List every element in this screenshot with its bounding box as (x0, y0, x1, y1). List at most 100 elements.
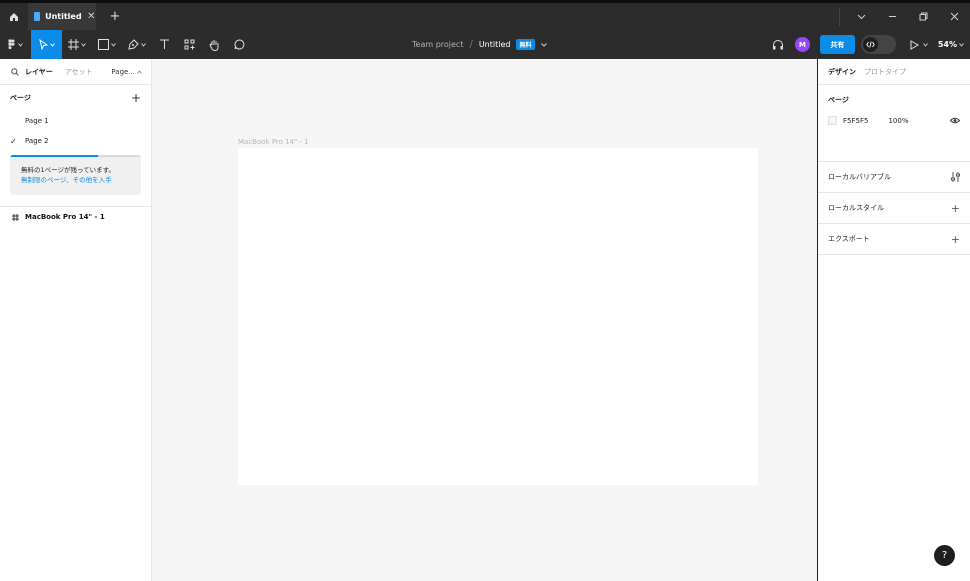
file-tab[interactable]: Untitled ✕ (28, 3, 96, 30)
page-item[interactable]: ✓ Page 2 (0, 131, 151, 151)
frame-label[interactable]: MacBook Pro 14" - 1 (238, 138, 309, 146)
add-page-button[interactable]: + (131, 91, 141, 105)
dev-mode-toggle[interactable] (860, 35, 896, 54)
restore-button[interactable] (908, 3, 939, 30)
chevron-down-icon (857, 14, 866, 19)
minimize-icon (889, 16, 896, 17)
file-name[interactable]: Untitled (479, 40, 511, 49)
avatar[interactable]: M (794, 37, 810, 52)
upgrade-link[interactable]: 無制限のページ、その他を入手 (21, 175, 141, 185)
chevron-down-icon (111, 42, 116, 47)
rectangle-icon (98, 39, 109, 50)
chevron-down-icon (141, 42, 146, 47)
page-limit-progress (10, 155, 98, 157)
pages-header: ページ + (0, 85, 151, 111)
page-section-title: ページ (828, 96, 849, 104)
export-row[interactable]: エクスポート + (818, 224, 970, 255)
play-icon[interactable] (910, 39, 919, 50)
tab-prototype[interactable]: プロトタイプ (864, 67, 906, 77)
file-icon (34, 12, 41, 21)
sliders-icon[interactable] (951, 172, 960, 182)
help-button[interactable]: ? (934, 545, 955, 566)
tab-layers[interactable]: レイヤー (25, 67, 53, 77)
code-icon (866, 41, 875, 48)
export-label: エクスポート (828, 235, 870, 243)
local-styles-row[interactable]: ローカルスタイル + (818, 193, 970, 224)
zoom-menu[interactable]: 54% (938, 40, 964, 49)
chevron-down-icon[interactable] (922, 42, 928, 47)
left-panel-tabs: レイヤー アセット Page... (0, 59, 151, 84)
tab-assets[interactable]: アセット (65, 67, 93, 77)
tab-design[interactable]: デザイン (828, 67, 856, 77)
close-icon (950, 12, 959, 21)
hand-tool-button[interactable] (202, 30, 226, 59)
move-tool-button[interactable] (31, 30, 62, 59)
local-styles-label: ローカルスタイル (828, 204, 884, 212)
chevron-down-icon (18, 42, 23, 47)
search-icon[interactable] (11, 67, 19, 76)
divider (839, 7, 840, 26)
chevron-down-icon[interactable] (540, 42, 547, 47)
main-menu-button[interactable] (0, 30, 31, 59)
comment-tool-button[interactable] (226, 30, 252, 59)
new-tab-button[interactable]: + (107, 9, 123, 24)
frame-macbook-pro[interactable] (238, 148, 758, 485)
dev-mode-knob (862, 37, 878, 52)
headphones-icon[interactable] (772, 39, 784, 50)
home-button[interactable] (0, 3, 28, 30)
local-variables-row[interactable]: ローカルバリアブル (818, 162, 970, 193)
text-tool-button[interactable] (152, 30, 176, 59)
frame-icon (68, 39, 79, 50)
tabs-dropdown-button[interactable] (846, 3, 877, 30)
layer-item[interactable]: MacBook Pro 14" - 1 (0, 207, 151, 227)
add-export-button[interactable]: + (951, 233, 960, 246)
shape-tool-button[interactable] (92, 30, 122, 59)
cursor-icon (38, 39, 48, 50)
page-label: Page 2 (25, 137, 49, 145)
page-limit-notice: 無料の1ページが残っています。 無制限のページ、その他を入手 (10, 155, 141, 195)
page-label: Page 1 (25, 117, 49, 125)
figma-app: Untitled ✕ + Team project / Untitled 無料 … (0, 0, 970, 581)
chevron-up-icon (137, 69, 142, 74)
toolbar: Team project / Untitled 無料 M 共有 54% (0, 30, 970, 59)
color-swatch[interactable] (828, 116, 837, 125)
page-item[interactable]: Page 1 (0, 111, 151, 131)
notice-text: 無料の1ページが残っています。 (21, 166, 116, 174)
plan-badge: 無料 (516, 39, 535, 50)
chevron-down-icon (49, 42, 55, 47)
figma-logo-icon (8, 39, 15, 50)
frame-tool-button[interactable] (62, 30, 92, 59)
add-style-button[interactable]: + (951, 202, 960, 215)
background-fill-row: F5F5F5 100% (828, 116, 960, 125)
toolbar-right: M 共有 54% (772, 30, 970, 59)
pen-icon (128, 39, 139, 50)
local-variables-label: ローカルバリアブル (828, 173, 891, 181)
close-window-button[interactable] (939, 3, 970, 30)
canvas[interactable]: MacBook Pro 14" - 1 (152, 59, 817, 581)
minimize-button[interactable] (877, 3, 908, 30)
zoom-level: 54% (937, 40, 957, 49)
chevron-down-icon (959, 42, 964, 47)
pen-tool-button[interactable] (122, 30, 152, 59)
right-panel-tabs: デザイン プロトタイプ (818, 59, 970, 84)
home-icon (10, 12, 18, 21)
breadcrumb-separator: / (469, 39, 473, 50)
eye-icon[interactable] (950, 117, 960, 124)
frame-icon (12, 213, 19, 221)
resources-button[interactable] (176, 30, 202, 59)
fill-hex[interactable]: F5F5F5 (843, 117, 868, 125)
right-panel: デザイン プロトタイプ ページ F5F5F5 100% ローカルバリアブル ロー… (817, 59, 970, 581)
share-button[interactable]: 共有 (819, 35, 855, 54)
document-breadcrumb: Team project / Untitled 無料 (412, 30, 547, 59)
left-panel: レイヤー アセット Page... ページ + Page 1 ✓ Page 2 … (0, 59, 152, 581)
project-name[interactable]: Team project (412, 40, 463, 49)
components-icon (184, 39, 194, 50)
text-icon (159, 39, 169, 49)
fill-opacity[interactable]: 100% (888, 117, 908, 125)
hand-icon (208, 39, 218, 51)
title-bar: Untitled ✕ + (0, 0, 970, 30)
close-tab-icon[interactable]: ✕ (87, 11, 96, 22)
layer-label: MacBook Pro 14" - 1 (25, 213, 105, 221)
pages-dropdown[interactable]: Page... (111, 68, 142, 76)
window-controls (839, 3, 970, 30)
